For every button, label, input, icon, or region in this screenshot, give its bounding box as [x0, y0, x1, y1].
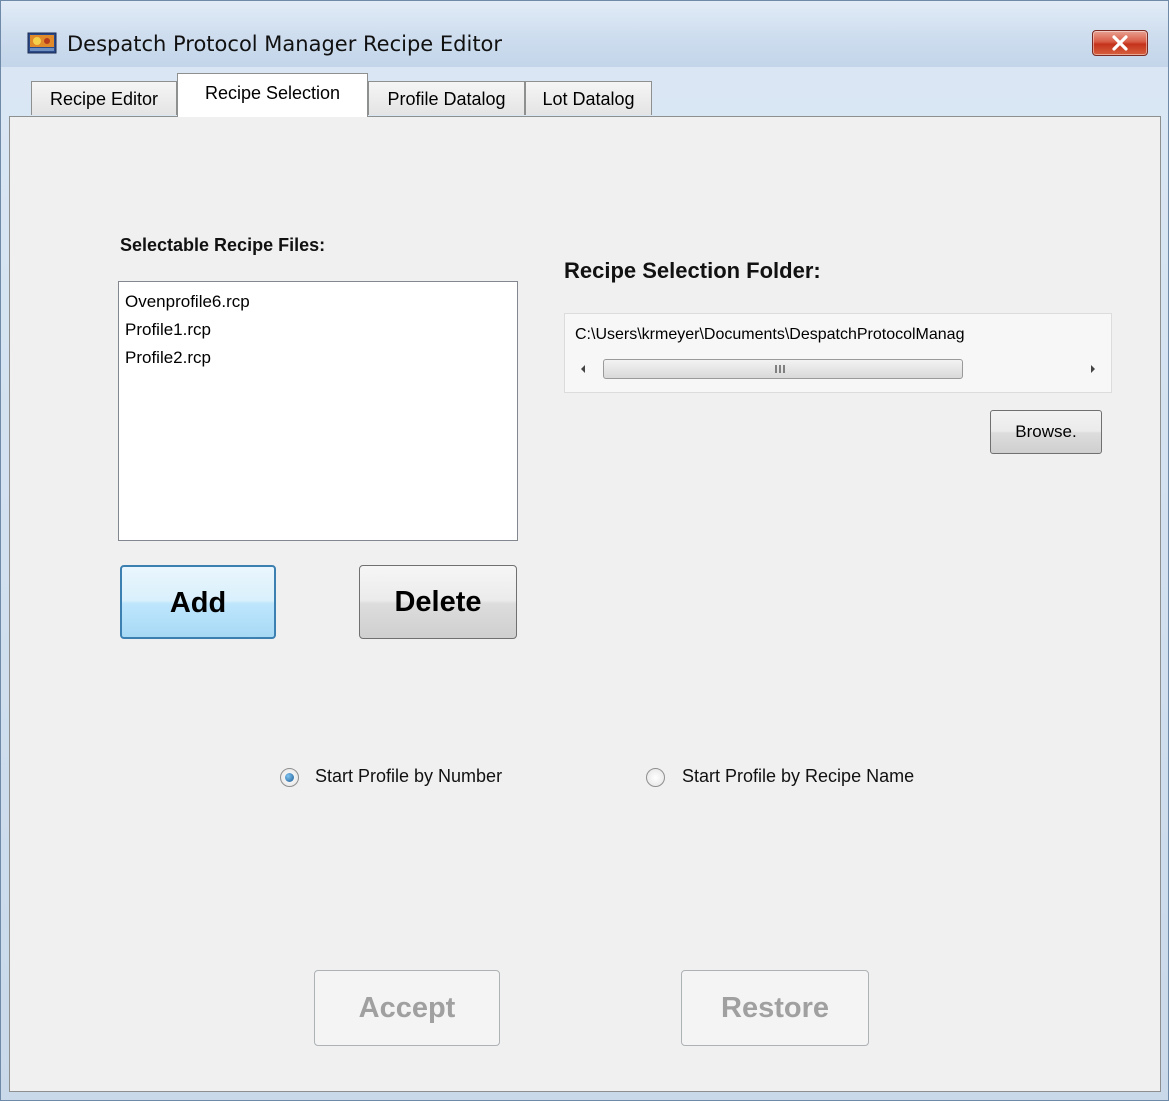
start-by-number-label[interactable]: Start Profile by Number — [315, 766, 502, 787]
folder-path-text: C:\Users\krmeyer\Documents\DespatchProto… — [575, 326, 965, 343]
app-icon — [27, 32, 57, 54]
horizontal-scrollbar[interactable] — [571, 358, 1107, 382]
tab-label: Profile Datalog — [387, 89, 506, 109]
folder-path-field[interactable]: C:\Users\krmeyer\Documents\DespatchProto… — [564, 313, 1112, 393]
tab-recipe-editor[interactable]: Recipe Editor — [31, 81, 177, 115]
grip-icon — [775, 365, 785, 373]
tab-label: Recipe Selection — [204, 83, 341, 103]
list-item[interactable]: Profile1.rcp — [125, 316, 511, 344]
tab-label: Recipe Editor — [49, 89, 159, 109]
accept-button[interactable]: Accept — [314, 970, 500, 1046]
list-item[interactable]: Ovenprofile6.rcp — [125, 288, 511, 316]
recipe-files-heading: Selectable Recipe Files: — [120, 235, 326, 255]
app-window: Despatch Protocol Manager Recipe Editor … — [0, 0, 1169, 1101]
restore-button[interactable]: Restore — [681, 970, 869, 1046]
radio-start-by-recipe-name[interactable] — [646, 768, 665, 787]
scrollbar-thumb[interactable] — [603, 359, 963, 379]
radio-selected-dot — [285, 773, 294, 782]
tab-profile-datalog[interactable]: Profile Datalog — [368, 81, 525, 115]
close-icon — [1112, 35, 1128, 51]
tab-strip: Recipe Editor Recipe Selection Profile D… — [21, 71, 1149, 117]
start-by-recipe-name-label[interactable]: Start Profile by Recipe Name — [682, 766, 914, 787]
browse-button[interactable]: Browse. — [990, 410, 1102, 454]
scroll-right-icon[interactable] — [1089, 364, 1097, 374]
title-bar[interactable]: Despatch Protocol Manager Recipe Editor — [1, 1, 1168, 67]
tab-label: Lot Datalog — [542, 89, 635, 109]
radio-start-by-number[interactable] — [280, 768, 299, 787]
recipe-files-list[interactable]: Ovenprofile6.rcp Profile1.rcp Profile2.r… — [118, 281, 518, 541]
close-button[interactable] — [1092, 30, 1148, 56]
delete-button[interactable]: Delete — [359, 565, 517, 639]
window-title: Despatch Protocol Manager Recipe Editor — [67, 32, 503, 56]
scroll-left-icon[interactable] — [579, 364, 587, 374]
add-button[interactable]: Add — [120, 565, 276, 639]
list-item[interactable]: Profile2.rcp — [125, 344, 511, 372]
tab-lot-datalog[interactable]: Lot Datalog — [525, 81, 652, 115]
folder-heading: Recipe Selection Folder: — [564, 258, 821, 283]
recipe-selection-panel: Selectable Recipe Files: Ovenprofile6.rc… — [9, 116, 1161, 1092]
tab-recipe-selection[interactable]: Recipe Selection — [177, 73, 368, 117]
